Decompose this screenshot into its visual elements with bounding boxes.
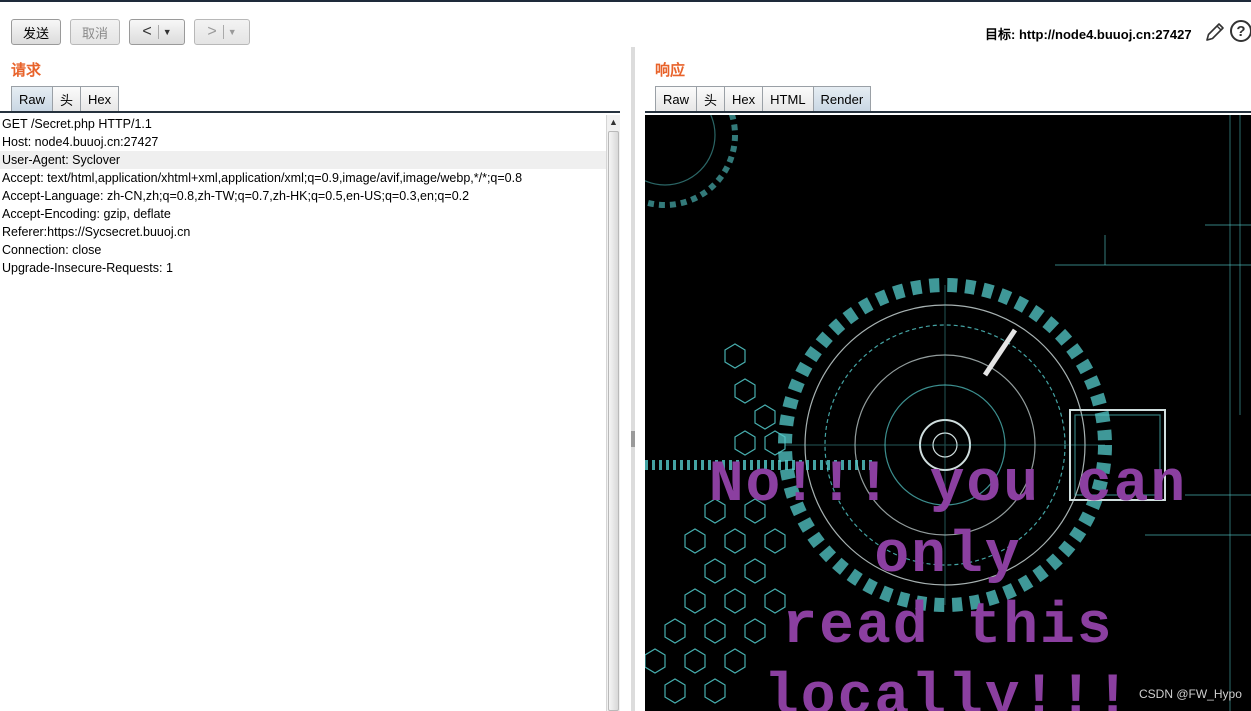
splitter-grip[interactable] bbox=[631, 431, 635, 447]
back-button[interactable]: < ▼ bbox=[129, 19, 185, 45]
scrollbar-thumb[interactable] bbox=[608, 131, 619, 711]
request-tab-2[interactable]: 头 bbox=[52, 86, 82, 112]
scroll-up-icon[interactable]: ▲ bbox=[609, 117, 618, 127]
request-scrollbar[interactable]: ▲ bbox=[606, 115, 620, 711]
request-tab-bar: Raw 头 Hex bbox=[11, 86, 120, 112]
pencil-icon[interactable] bbox=[1203, 20, 1227, 44]
request-line[interactable]: User-Agent: Syclover bbox=[0, 151, 606, 169]
render-message: No!!! you can only read this locally!!! bbox=[645, 450, 1251, 711]
button-separator bbox=[222, 25, 224, 39]
render-message-line: read this bbox=[782, 595, 1114, 660]
target-url: 目标: http://node4.buuoj.cn:27427 bbox=[985, 27, 1192, 42]
response-tab-bar: Raw 头 Hex HTML Render bbox=[655, 86, 872, 112]
response-tab-3[interactable]: Hex bbox=[724, 86, 764, 112]
request-line[interactable]: Referer:https://Sycsecret.buuoj.cn bbox=[0, 223, 606, 241]
response-render-view: No!!! you can only read this locally!!! bbox=[645, 115, 1251, 711]
watermark: CSDN @FW_Hypo bbox=[1139, 687, 1242, 701]
render-message-line: No!!! you can only bbox=[708, 453, 1188, 589]
button-separator bbox=[157, 25, 159, 39]
request-line[interactable]: Host: node4.buuoj.cn:27427 bbox=[0, 133, 606, 151]
forward-dropdown-icon[interactable]: ▼ bbox=[228, 27, 237, 37]
response-tab-underline bbox=[645, 111, 1251, 113]
request-line[interactable]: Accept-Language: zh-CN,zh;q=0.8,zh-TW;q=… bbox=[0, 187, 606, 205]
forward-button[interactable]: > ▼ bbox=[194, 19, 250, 45]
request-line[interactable]: Upgrade-Insecure-Requests: 1 bbox=[0, 259, 606, 277]
response-tab-4[interactable]: HTML bbox=[762, 86, 814, 112]
request-line[interactable]: Connection: close bbox=[0, 241, 606, 259]
request-line[interactable]: GET /Secret.php HTTP/1.1 bbox=[0, 115, 606, 133]
request-tab-3[interactable]: Hex bbox=[80, 86, 120, 112]
request-line[interactable]: Accept: text/html,application/xhtml+xml,… bbox=[0, 169, 606, 187]
response-tab-5[interactable]: Render bbox=[812, 86, 872, 112]
help-icon[interactable]: ? bbox=[1230, 20, 1251, 42]
request-line[interactable]: Accept-Encoding: gzip, deflate bbox=[0, 205, 606, 223]
cancel-button[interactable]: 取消 bbox=[70, 19, 120, 45]
request-pane-title: 请求 bbox=[11, 62, 42, 79]
response-tab-1[interactable]: Raw bbox=[655, 86, 698, 112]
request-tab-underline bbox=[0, 111, 620, 113]
window-top-border bbox=[0, 0, 1251, 2]
response-pane-title: 响应 bbox=[655, 62, 686, 79]
pane-splitter[interactable] bbox=[631, 47, 635, 711]
back-arrow-icon: < bbox=[142, 23, 152, 40]
response-tab-2[interactable]: 头 bbox=[696, 86, 726, 112]
send-button[interactable]: 发送 bbox=[11, 19, 61, 45]
back-dropdown-icon[interactable]: ▼ bbox=[163, 27, 172, 37]
request-editor[interactable]: GET /Secret.php HTTP/1.1 Host: node4.buuo… bbox=[0, 115, 606, 711]
forward-arrow-icon: > bbox=[207, 23, 217, 40]
request-tab-1[interactable]: Raw bbox=[11, 86, 54, 112]
